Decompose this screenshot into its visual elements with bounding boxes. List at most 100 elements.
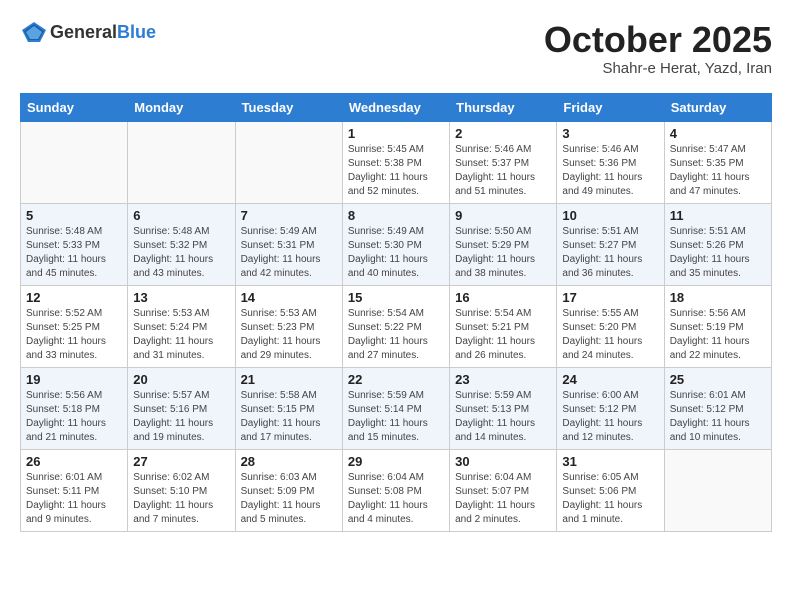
calendar-cell: 7 Sunrise: 5:49 AM Sunset: 5:31 PM Daylig… <box>235 203 342 285</box>
weekday-header-friday: Friday <box>557 93 664 121</box>
calendar-cell: 20Sunrise: 5:57 AM Sunset: 5:16 PM Dayli… <box>128 367 235 449</box>
day-info: Sunrise: 5:49 AM Sunset: 5:31 PM Dayligh… <box>241 225 337 281</box>
weekday-header-row: SundayMondayTuesdayWednesdayThursdayFrid… <box>21 93 772 121</box>
day-info: Sunrise: 5:54 AM Sunset: 5:21 PM Dayligh… <box>455 307 551 363</box>
calendar-cell: 10Sunrise: 5:51 AM Sunset: 5:27 PM Dayli… <box>557 203 664 285</box>
day-info: Sunrise: 5:48 AM Sunset: 5:33 PM Dayligh… <box>26 225 122 281</box>
day-number: 29 <box>348 454 444 469</box>
calendar-cell <box>235 121 342 203</box>
day-info: Sunrise: 6:04 AM Sunset: 5:07 PM Dayligh… <box>455 471 551 527</box>
day-info: Sunrise: 6:01 AM Sunset: 5:12 PM Dayligh… <box>670 389 766 445</box>
day-number: 26 <box>26 454 122 469</box>
logo-blue: Blue <box>117 22 156 42</box>
day-info: Sunrise: 5:50 AM Sunset: 5:29 PM Dayligh… <box>455 225 551 281</box>
logo: GeneralBlue <box>20 20 156 44</box>
day-number: 1 <box>348 126 444 141</box>
day-info: Sunrise: 6:02 AM Sunset: 5:10 PM Dayligh… <box>133 471 229 527</box>
calendar-cell: 27 Sunrise: 6:02 AM Sunset: 5:10 PM Dayli… <box>128 449 235 531</box>
day-number: 14 <box>241 290 337 305</box>
day-number: 7 <box>241 208 337 223</box>
calendar-cell: 14 Sunrise: 5:53 AM Sunset: 5:23 PM Dayli… <box>235 285 342 367</box>
calendar-cell: 1 Sunrise: 5:45 AM Sunset: 5:38 PM Daylig… <box>342 121 449 203</box>
day-number: 10 <box>562 208 658 223</box>
calendar-cell: 13Sunrise: 5:53 AM Sunset: 5:24 PM Dayli… <box>128 285 235 367</box>
calendar-cell: 3 Sunrise: 5:46 AM Sunset: 5:36 PM Daylig… <box>557 121 664 203</box>
day-number: 6 <box>133 208 229 223</box>
calendar-cell: 17 Sunrise: 5:55 AM Sunset: 5:20 PM Dayli… <box>557 285 664 367</box>
calendar-cell: 15Sunrise: 5:54 AM Sunset: 5:22 PM Dayli… <box>342 285 449 367</box>
day-info: Sunrise: 5:56 AM Sunset: 5:19 PM Dayligh… <box>670 307 766 363</box>
weekday-header-thursday: Thursday <box>450 93 557 121</box>
weekday-header-tuesday: Tuesday <box>235 93 342 121</box>
calendar-week-row: 1 Sunrise: 5:45 AM Sunset: 5:38 PM Daylig… <box>21 121 772 203</box>
day-number: 9 <box>455 208 551 223</box>
day-info: Sunrise: 6:04 AM Sunset: 5:08 PM Dayligh… <box>348 471 444 527</box>
calendar-cell: 4Sunrise: 5:47 AM Sunset: 5:35 PM Daylig… <box>664 121 771 203</box>
day-number: 5 <box>26 208 122 223</box>
day-info: Sunrise: 6:05 AM Sunset: 5:06 PM Dayligh… <box>562 471 658 527</box>
day-number: 18 <box>670 290 766 305</box>
calendar-cell: 29 Sunrise: 6:04 AM Sunset: 5:08 PM Dayli… <box>342 449 449 531</box>
logo-text: GeneralBlue <box>50 22 156 43</box>
day-info: Sunrise: 5:55 AM Sunset: 5:20 PM Dayligh… <box>562 307 658 363</box>
day-number: 8 <box>348 208 444 223</box>
logo-general: General <box>50 22 117 42</box>
day-info: Sunrise: 5:53 AM Sunset: 5:24 PM Dayligh… <box>133 307 229 363</box>
calendar-cell: 8 Sunrise: 5:49 AM Sunset: 5:30 PM Daylig… <box>342 203 449 285</box>
day-info: Sunrise: 5:52 AM Sunset: 5:25 PM Dayligh… <box>26 307 122 363</box>
weekday-header-wednesday: Wednesday <box>342 93 449 121</box>
calendar-cell: 5 Sunrise: 5:48 AM Sunset: 5:33 PM Daylig… <box>21 203 128 285</box>
day-info: Sunrise: 6:03 AM Sunset: 5:09 PM Dayligh… <box>241 471 337 527</box>
day-number: 30 <box>455 454 551 469</box>
day-number: 23 <box>455 372 551 387</box>
calendar-cell: 19Sunrise: 5:56 AM Sunset: 5:18 PM Dayli… <box>21 367 128 449</box>
day-info: Sunrise: 5:45 AM Sunset: 5:38 PM Dayligh… <box>348 143 444 199</box>
calendar-cell: 2 Sunrise: 5:46 AM Sunset: 5:37 PM Daylig… <box>450 121 557 203</box>
day-number: 19 <box>26 372 122 387</box>
calendar-cell <box>128 121 235 203</box>
calendar-cell: 6 Sunrise: 5:48 AM Sunset: 5:32 PM Daylig… <box>128 203 235 285</box>
day-number: 4 <box>670 126 766 141</box>
day-number: 27 <box>133 454 229 469</box>
calendar-cell: 25Sunrise: 6:01 AM Sunset: 5:12 PM Dayli… <box>664 367 771 449</box>
calendar-cell <box>664 449 771 531</box>
day-info: Sunrise: 5:48 AM Sunset: 5:32 PM Dayligh… <box>133 225 229 281</box>
day-info: Sunrise: 5:59 AM Sunset: 5:14 PM Dayligh… <box>348 389 444 445</box>
calendar-cell: 11Sunrise: 5:51 AM Sunset: 5:26 PM Dayli… <box>664 203 771 285</box>
weekday-header-sunday: Sunday <box>21 93 128 121</box>
calendar-cell <box>21 121 128 203</box>
day-number: 16 <box>455 290 551 305</box>
day-number: 12 <box>26 290 122 305</box>
title-block: October 2025 Shahr-e Herat, Yazd, Iran <box>544 20 772 77</box>
day-info: Sunrise: 6:00 AM Sunset: 5:12 PM Dayligh… <box>562 389 658 445</box>
calendar-cell: 30 Sunrise: 6:04 AM Sunset: 5:07 PM Dayli… <box>450 449 557 531</box>
day-number: 3 <box>562 126 658 141</box>
day-number: 17 <box>562 290 658 305</box>
day-number: 22 <box>348 372 444 387</box>
location: Shahr-e Herat, Yazd, Iran <box>544 60 772 77</box>
calendar-week-row: 12 Sunrise: 5:52 AM Sunset: 5:25 PM Dayli… <box>21 285 772 367</box>
calendar-cell: 28Sunrise: 6:03 AM Sunset: 5:09 PM Dayli… <box>235 449 342 531</box>
calendar-cell: 9 Sunrise: 5:50 AM Sunset: 5:29 PM Daylig… <box>450 203 557 285</box>
calendar-cell: 31Sunrise: 6:05 AM Sunset: 5:06 PM Dayli… <box>557 449 664 531</box>
day-number: 15 <box>348 290 444 305</box>
calendar-table: SundayMondayTuesdayWednesdayThursdayFrid… <box>20 93 772 532</box>
calendar-cell: 22 Sunrise: 5:59 AM Sunset: 5:14 PM Dayli… <box>342 367 449 449</box>
day-info: Sunrise: 5:53 AM Sunset: 5:23 PM Dayligh… <box>241 307 337 363</box>
day-number: 21 <box>241 372 337 387</box>
day-info: Sunrise: 5:58 AM Sunset: 5:15 PM Dayligh… <box>241 389 337 445</box>
calendar-cell: 16 Sunrise: 5:54 AM Sunset: 5:21 PM Dayli… <box>450 285 557 367</box>
month-title: October 2025 <box>544 20 772 60</box>
day-info: Sunrise: 5:46 AM Sunset: 5:36 PM Dayligh… <box>562 143 658 199</box>
day-number: 2 <box>455 126 551 141</box>
day-number: 24 <box>562 372 658 387</box>
day-info: Sunrise: 5:51 AM Sunset: 5:26 PM Dayligh… <box>670 225 766 281</box>
day-info: Sunrise: 5:46 AM Sunset: 5:37 PM Dayligh… <box>455 143 551 199</box>
day-info: Sunrise: 6:01 AM Sunset: 5:11 PM Dayligh… <box>26 471 122 527</box>
calendar-cell: 18 Sunrise: 5:56 AM Sunset: 5:19 PM Dayli… <box>664 285 771 367</box>
calendar-week-row: 26 Sunrise: 6:01 AM Sunset: 5:11 PM Dayli… <box>21 449 772 531</box>
calendar-week-row: 5 Sunrise: 5:48 AM Sunset: 5:33 PM Daylig… <box>21 203 772 285</box>
day-info: Sunrise: 5:49 AM Sunset: 5:30 PM Dayligh… <box>348 225 444 281</box>
logo-icon <box>20 20 48 44</box>
header: GeneralBlue October 2025 Shahr-e Herat, … <box>20 20 772 77</box>
